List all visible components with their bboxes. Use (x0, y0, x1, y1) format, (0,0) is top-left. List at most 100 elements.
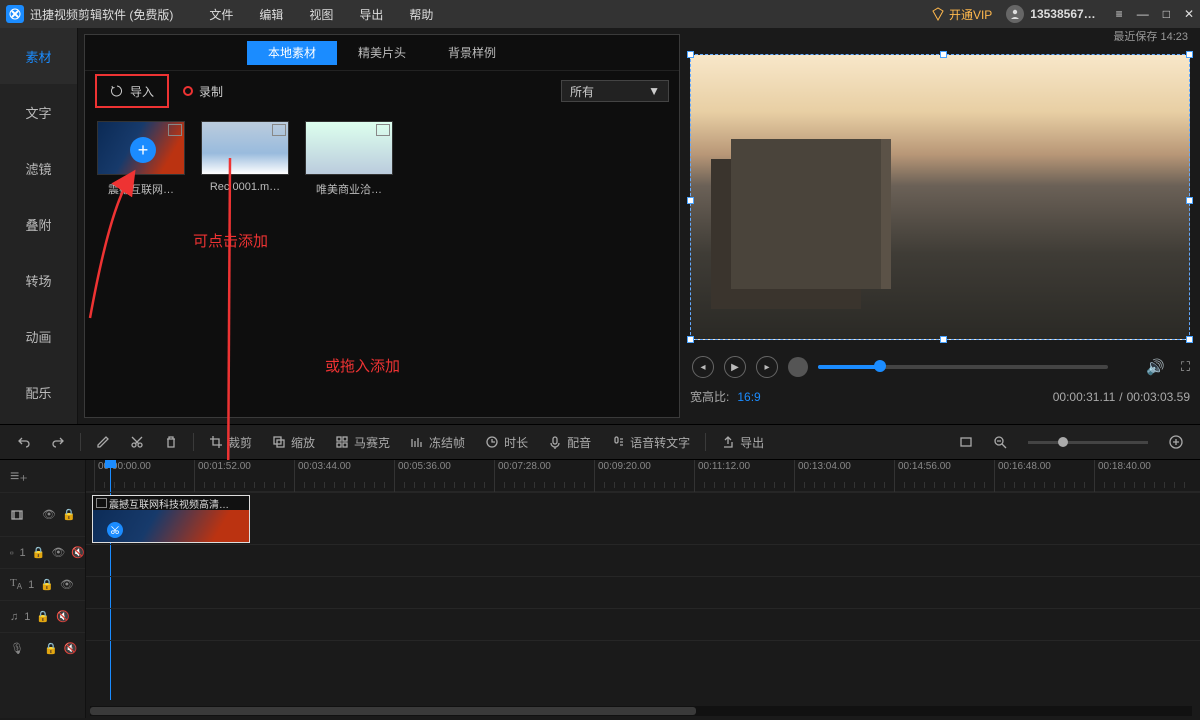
redo-button[interactable] (44, 430, 72, 454)
record-button[interactable]: 录制 (183, 83, 223, 100)
video-lane[interactable]: 震撼互联网科技视频高清… (86, 492, 1200, 544)
redo-icon (51, 435, 65, 449)
aspect-label: 宽高比: (690, 388, 729, 405)
freeze-button[interactable]: 冻结帧 (403, 430, 472, 454)
track-head-audio[interactable]: ♫ 1 🔒 🔇 (0, 600, 85, 632)
horizontal-scrollbar[interactable] (90, 706, 1192, 716)
media-thumb[interactable]: Rec 0001.m… (201, 121, 289, 197)
add-track-icon[interactable]: ≡₊ (10, 466, 28, 486)
menu-view[interactable]: 视图 (309, 6, 333, 23)
dub-button[interactable]: 配音 (541, 430, 598, 454)
ruler-tick: 00:13:04.00 (794, 460, 851, 492)
prev-frame-button[interactable]: ◂ (692, 356, 714, 378)
seek-slider[interactable] (818, 365, 1108, 369)
lock-icon[interactable]: 🔒 (44, 642, 58, 655)
mtab-background[interactable]: 背景样例 (427, 41, 517, 65)
next-frame-button[interactable]: ▸ (756, 356, 778, 378)
ruler-tick: 00:05:36.00 (394, 460, 451, 492)
menu-edit[interactable]: 编辑 (259, 6, 283, 23)
menu-file[interactable]: 文件 (209, 6, 233, 23)
mic-icon: 🎙 (10, 642, 24, 655)
lock-icon[interactable]: 🔒 (40, 578, 54, 591)
lock-icon[interactable]: 🔒 (32, 546, 46, 559)
trash-icon (164, 435, 178, 449)
delete-button[interactable] (157, 430, 185, 454)
plus-icon[interactable]: + (130, 137, 156, 163)
filter-value: 所有 (570, 83, 594, 100)
volume-icon[interactable]: 🔊 (1146, 358, 1165, 376)
eye-icon[interactable]: 👁 (51, 546, 65, 559)
scissors-icon (107, 522, 123, 538)
video2-lane[interactable] (86, 544, 1200, 576)
mosaic-button[interactable]: 马赛克 (328, 430, 397, 454)
user-menu[interactable]: 13538567… (1006, 5, 1095, 23)
undo-button[interactable] (10, 430, 38, 454)
import-button[interactable]: 导入 (95, 74, 169, 108)
mute-icon[interactable]: 🔇 (56, 610, 70, 623)
timeline-toolbar: 裁剪 缩放 马赛克 冻结帧 时长 配音 语音转文字 导出 (0, 424, 1200, 460)
text-lane[interactable] (86, 576, 1200, 608)
aspect-value[interactable]: 16:9 (737, 390, 760, 404)
play-button[interactable]: ▶ (724, 356, 746, 378)
zoom-out-button[interactable] (986, 430, 1014, 454)
voice-lane[interactable] (86, 640, 1200, 672)
time-ruler[interactable]: 00:00:00.0000:01:52.0000:03:44.0000:05:3… (86, 460, 1200, 492)
ruler-tick: 00:07:28.00 (494, 460, 551, 492)
zoom-button[interactable]: 缩放 (265, 430, 322, 454)
ruler-tick: 00:16:48.00 (994, 460, 1051, 492)
tab-transition[interactable]: 转场 (0, 252, 77, 308)
fullscreen-icon[interactable]: ⛶ (1181, 359, 1190, 375)
cut-button[interactable] (123, 430, 151, 454)
timeline-clip[interactable]: 震撼互联网科技视频高清… (92, 495, 250, 543)
stop-button[interactable] (788, 357, 808, 377)
lock-icon[interactable]: 🔒 (36, 610, 50, 623)
tab-overlay[interactable]: 叠附 (0, 196, 77, 252)
media-thumb[interactable]: + 震撼互联网… (97, 121, 185, 197)
mute-icon[interactable]: 🔇 (64, 642, 78, 655)
menu-export[interactable]: 导出 (359, 6, 383, 23)
ruler-tick: 00:09:20.00 (594, 460, 651, 492)
music-icon: ♫ (10, 611, 18, 623)
track-head-text[interactable]: TA 1 🔒 👁 (0, 568, 85, 600)
edit-button[interactable] (89, 430, 117, 454)
tab-media[interactable]: 素材 (0, 28, 77, 84)
more-icon[interactable]: ≡ (1116, 7, 1123, 21)
crop-button[interactable]: 裁剪 (202, 430, 259, 454)
menu-help[interactable]: 帮助 (409, 6, 433, 23)
filter-dropdown[interactable]: 所有 ▼ (561, 80, 669, 102)
fit-button[interactable] (952, 430, 980, 454)
text-icon: TA (10, 577, 22, 591)
tab-animation[interactable]: 动画 (0, 308, 77, 364)
preview-frame[interactable] (690, 54, 1190, 340)
mute-icon[interactable]: 🔇 (71, 546, 85, 559)
fit-icon (959, 435, 973, 449)
export-button[interactable]: 导出 (714, 430, 771, 454)
audio-lane[interactable] (86, 608, 1200, 640)
tab-music[interactable]: 配乐 (0, 364, 77, 420)
eye-icon[interactable]: 👁 (42, 508, 56, 521)
zoom-slider[interactable] (1028, 441, 1148, 444)
thumb-caption: 震撼互联网… (97, 181, 185, 197)
vip-button[interactable]: 开通VIP (931, 6, 992, 23)
duration-button[interactable]: 时长 (478, 430, 535, 454)
media-thumb[interactable]: 唯美商业洽… (305, 121, 393, 197)
track-head-voice[interactable]: 🎙 🔒 🔇 (0, 632, 85, 664)
titlebar: 迅捷视频剪辑软件 (免费版) 文件 编辑 视图 导出 帮助 开通VIP 1353… (0, 0, 1200, 28)
maximize-icon[interactable]: □ (1163, 7, 1170, 21)
mtab-intro[interactable]: 精美片头 (337, 41, 427, 65)
zoom-in-button[interactable] (1162, 430, 1190, 454)
export-icon (721, 435, 735, 449)
scissors-icon (130, 435, 144, 449)
tab-text[interactable]: 文字 (0, 84, 77, 140)
eye-icon[interactable]: 👁 (60, 578, 74, 591)
mtab-local[interactable]: 本地素材 (247, 41, 337, 65)
tab-filter[interactable]: 滤镜 (0, 140, 77, 196)
track-head-video[interactable]: 👁 🔒 (0, 492, 85, 536)
lock-icon[interactable]: 🔒 (62, 508, 76, 521)
track-head-video2[interactable]: 1 🔒 👁 🔇 (0, 536, 85, 568)
stt-button[interactable]: 语音转文字 (604, 430, 697, 454)
zoom-out-icon (993, 435, 1007, 449)
minimize-icon[interactable]: — (1137, 7, 1149, 21)
chevron-down-icon: ▼ (648, 84, 660, 98)
close-icon[interactable]: ✕ (1184, 7, 1194, 21)
